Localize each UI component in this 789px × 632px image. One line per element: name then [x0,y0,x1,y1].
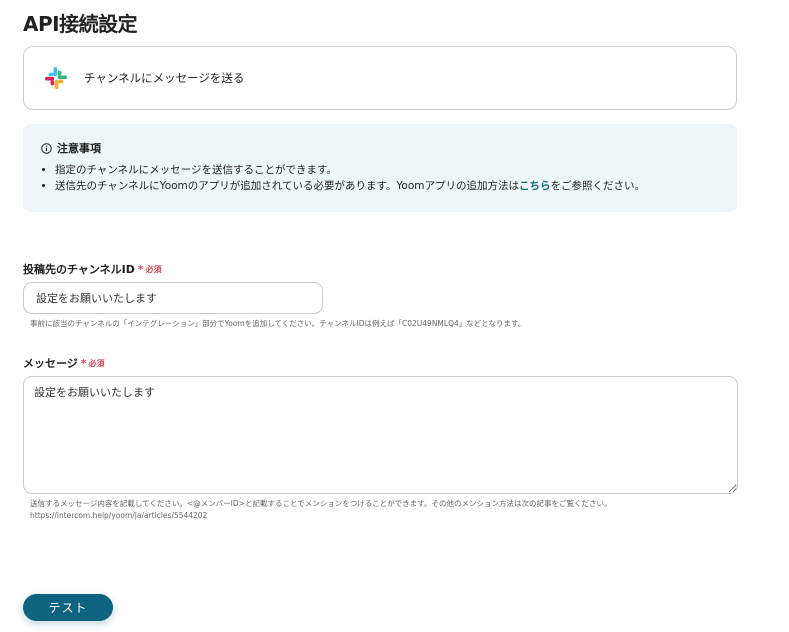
required-mark: * [137,262,144,276]
notice-box: 注意事項 指定のチャンネルにメッセージを送信することができます。 送信先のチャン… [23,124,737,212]
page-title: API接続設定 [23,12,138,36]
required-badge: 必須 [145,264,162,274]
info-icon [41,142,52,154]
notice-header: 注意事項 [41,140,737,156]
required-mark: * [80,356,87,370]
message-help: 送信するメッセージ内容を記載してください。<@メンバーID>と記載することでメン… [30,499,612,508]
channel-id-help: 事前に該当のチャンネルの「インテグレーション」部分でYoomを追加してください。… [30,319,526,328]
slack-icon [45,67,67,89]
test-button[interactable]: テスト [23,594,113,621]
action-card[interactable]: チャンネルにメッセージを送る [23,46,737,110]
action-label: チャンネルにメッセージを送る [84,71,245,85]
channel-id-input[interactable] [23,282,323,314]
notice-item: 指定のチャンネルにメッセージを送信することができます。 [55,162,737,178]
notice-title: 注意事項 [57,142,101,155]
notice-list: 指定のチャンネルにメッセージを送信することができます。 送信先のチャンネルにYo… [41,162,737,194]
channel-id-label: 投稿先のチャンネルID * 必須 [23,262,162,277]
notice-link[interactable]: こちら [519,180,551,192]
message-textarea[interactable]: 設定をお願いいたします [23,376,738,494]
required-badge: 必須 [88,358,105,368]
message-label: メッセージ * 必須 [23,356,105,371]
message-help-url: https://intercom.help/yoom/ja/articles/5… [30,511,208,520]
notice-item: 送信先のチャンネルにYoomのアプリが追加されている必要があります。Yoomアプ… [55,178,737,194]
